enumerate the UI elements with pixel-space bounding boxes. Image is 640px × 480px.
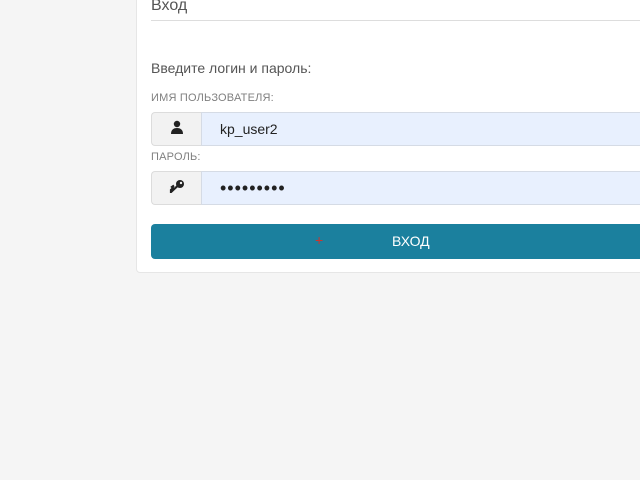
password-group: ••••••••• [151,171,640,205]
password-input[interactable]: ••••••••• [201,171,640,205]
username-addon [151,112,201,146]
panel-title: Вход [151,0,188,14]
title-divider [151,20,640,21]
login-button-label: ВХОД [392,233,430,249]
password-addon [151,171,201,205]
login-button[interactable]: + ВХОД [151,224,640,259]
login-prompt: Введите логин и пароль: [151,60,312,76]
username-group: kp_user2 [151,112,640,146]
plus-icon: + [315,232,324,248]
password-label: ПАРОЛЬ: [151,151,201,163]
user-icon [170,120,184,139]
username-input[interactable]: kp_user2 [201,112,640,146]
key-icon [169,179,185,198]
username-label: ИМЯ ПОЛЬЗОВАТЕЛЯ: [151,92,274,104]
